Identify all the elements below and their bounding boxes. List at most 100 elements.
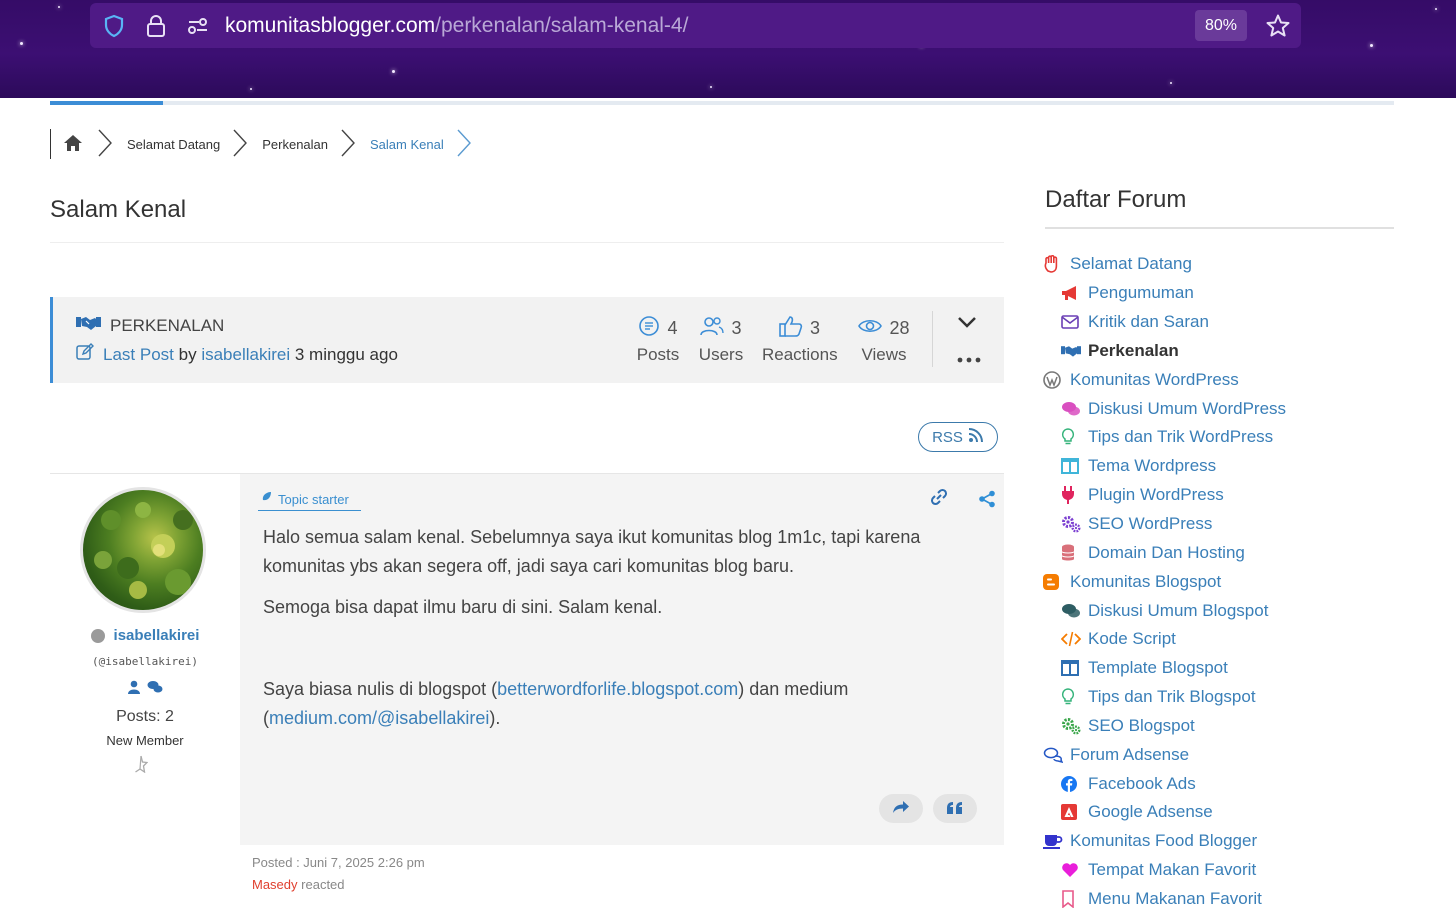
forum-list: Selamat Datang Pengumuman Kritik dan Saran… (1043, 250, 1403, 913)
comments-icon (1061, 399, 1083, 419)
sidebar-forum-label: Tema Wordpress (1088, 456, 1217, 476)
heart-icon (1061, 860, 1083, 880)
sidebar-forum-label: Perkenalan (1088, 340, 1179, 360)
url-path: /perkenalan/salam-kenal-4/ (435, 14, 689, 37)
reactions-label: Reactions (762, 345, 838, 364)
sidebar-forum-item[interactable]: Pengumuman (1043, 279, 1403, 308)
sidebar-forum-item[interactable]: SEO WordPress (1043, 510, 1403, 539)
sidebar-forum-item[interactable]: Komunitas Blogspot (1043, 567, 1403, 596)
sidebar-forum-label: Forum Adsense (1070, 744, 1190, 764)
sidebar-forum-item[interactable]: Tips dan Trik Blogspot (1043, 683, 1403, 712)
hand-icon (1043, 254, 1065, 274)
thumbs-up-icon (779, 315, 803, 342)
sidebar-forum-item[interactable]: Facebook Ads (1043, 769, 1403, 798)
sidebar-forum-item[interactable]: Plugin WordPress (1043, 481, 1403, 510)
sidebar-forum-item[interactable]: Forum Adsense (1043, 740, 1403, 769)
sidebar-forum-item[interactable]: Tempat Makan Favorit (1043, 856, 1403, 885)
breadcrumb-salam-kenal: Salam Kenal (370, 136, 444, 152)
columns-icon (1061, 658, 1083, 678)
author-rank: New Member (106, 733, 184, 748)
author-name[interactable]: isabellakirei (50, 627, 240, 644)
sidebar-forum-item[interactable]: Google Adsense (1043, 798, 1403, 827)
zoom-level-button[interactable]: 80% (1195, 10, 1247, 41)
last-post-user-link[interactable]: isabellakirei (201, 345, 290, 365)
sidebar-forum-item[interactable]: Perkenalan (1043, 337, 1403, 366)
sidebar-forum-item[interactable]: Kritik dan Saran (1043, 308, 1403, 337)
sidebar-forum-item[interactable]: Template Blogspot (1043, 654, 1403, 683)
sidebar-forum-item[interactable]: Diskusi Umum Blogspot (1043, 596, 1403, 625)
rss-icon (963, 427, 984, 447)
stat-users: 3 Users (698, 315, 744, 365)
posts-count: 4 (667, 317, 678, 338)
sidebar-forum-label: Tempat Makan Favorit (1088, 860, 1257, 880)
users-icon (700, 315, 725, 342)
comments-icon[interactable] (147, 680, 163, 699)
bookmark-star-icon[interactable] (1265, 3, 1291, 48)
last-post-time: 3 minggu ago (294, 344, 398, 364)
topic-starter-label: Topic starter (278, 491, 349, 507)
sidebar-forum-item[interactable]: Komunitas WordPress (1043, 365, 1403, 394)
user-icon[interactable] (127, 680, 141, 699)
handshake-icon (1061, 341, 1083, 361)
post-icon (638, 315, 660, 342)
chevron-right-icon (456, 128, 472, 161)
sidebar-forum-item[interactable]: Kode Script (1043, 625, 1403, 654)
author-icons (50, 680, 240, 699)
medium-link[interactable]: medium.com/@isabellakirei (269, 708, 489, 728)
plug-icon (1061, 485, 1083, 505)
comments-icon (1061, 601, 1083, 621)
browser-toolbar: komunitasblogger.com/perkenalan/salam-ke… (0, 0, 1456, 98)
sidebar-forum-item[interactable]: SEO Blogspot (1043, 712, 1403, 741)
home-icon[interactable] (63, 134, 83, 155)
sidebar-forum-item[interactable]: Domain Dan Hosting (1043, 538, 1403, 567)
sidebar-forum-label: SEO Blogspot (1088, 715, 1195, 735)
sidebar-forum-label: Tips dan Trik WordPress (1088, 427, 1274, 447)
rss-button[interactable]: RSS (918, 422, 998, 452)
post-content: Halo semua salam kenal. Sebelumnya saya … (263, 523, 978, 745)
reacted-label: reacted (301, 877, 345, 892)
by-text: by (178, 344, 197, 364)
more-options-icon[interactable] (956, 351, 982, 369)
sidebar-title: Daftar Forum (1045, 186, 1187, 213)
sidebar-forum-item[interactable]: Tips dan Trik WordPress (1043, 423, 1403, 452)
code-icon (1061, 629, 1083, 649)
stat-posts: 4 Posts (636, 315, 680, 365)
chevron-down-icon[interactable] (956, 314, 978, 335)
posted-date: Posted : Juni 7, 2025 2:26 pm (252, 855, 425, 870)
site-permissions-icon[interactable] (186, 3, 210, 48)
lock-icon[interactable] (144, 3, 168, 48)
rss-label: RSS (932, 428, 963, 446)
sidebar-forum-label: Template Blogspot (1088, 658, 1228, 678)
reply-button[interactable] (879, 794, 923, 823)
address-bar[interactable]: komunitasblogger.com/perkenalan/salam-ke… (90, 3, 1301, 48)
feather-icon (258, 491, 278, 508)
forum-link[interactable]: PERKENALAN (76, 315, 224, 336)
breadcrumb-selamat-datang[interactable]: Selamat Datang (113, 137, 232, 152)
sidebar-forum-label: Komunitas Food Blogger (1070, 831, 1258, 851)
paragraph-3-suffix: ). (489, 708, 501, 728)
offline-status-icon (90, 628, 105, 643)
reacted-user-link[interactable]: Masedy (252, 877, 298, 892)
sidebar-forum-label: Selamat Datang (1070, 254, 1192, 274)
quote-button[interactable] (933, 794, 977, 823)
sidebar-forum-item[interactable]: Menu Makanan Favorit (1043, 885, 1403, 913)
blogger-icon (1043, 572, 1065, 592)
sidebar-forum-label: Kritik dan Saran (1088, 312, 1209, 332)
breadcrumb: Selamat Datang Perkenalan Salam Kenal (50, 127, 472, 161)
sidebar-forum-item[interactable]: Komunitas Food Blogger (1043, 827, 1403, 856)
eye-icon (858, 317, 883, 340)
cogs-icon (1061, 716, 1083, 736)
link-icon[interactable] (929, 488, 949, 510)
sidebar-forum-item[interactable]: Diskusi Umum WordPress (1043, 394, 1403, 423)
posts-label: Posts (636, 345, 680, 364)
url-text[interactable]: komunitasblogger.com/perkenalan/salam-ke… (225, 3, 688, 48)
post-paragraph-1: Halo semua salam kenal. Sebelumnya saya … (263, 527, 921, 576)
share-icon[interactable] (978, 490, 996, 512)
sidebar-forum-item[interactable]: Tema Wordpress (1043, 452, 1403, 481)
blogspot-link[interactable]: betterwordforlife.blogspot.com (497, 679, 738, 699)
breadcrumb-perkenalan[interactable]: Perkenalan (248, 137, 340, 152)
avatar[interactable] (80, 487, 206, 613)
last-post-link[interactable]: Last Post (103, 345, 174, 365)
sidebar-forum-item[interactable]: Selamat Datang (1043, 250, 1403, 279)
shield-icon[interactable] (102, 3, 126, 48)
